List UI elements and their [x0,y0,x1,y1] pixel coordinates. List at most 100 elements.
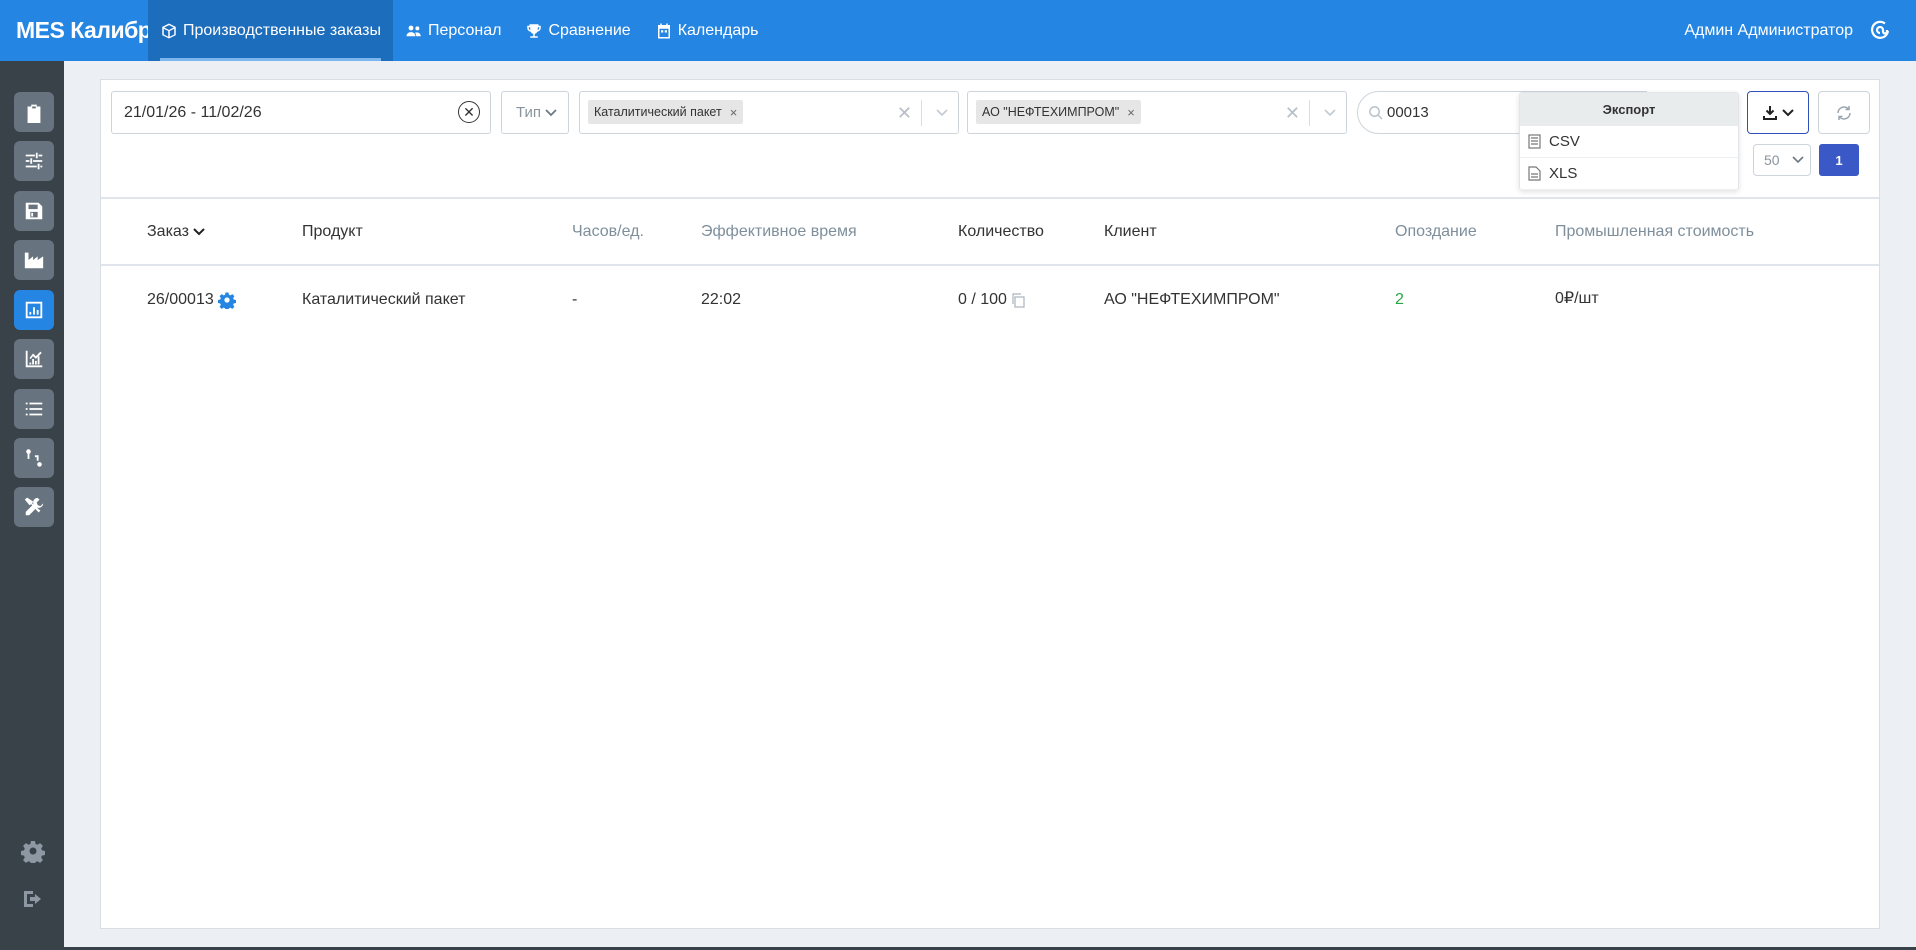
chip-label: Каталитический пакет [594,105,722,119]
download-icon [1763,105,1777,120]
chevron-down-icon[interactable] [936,109,948,117]
header-label: Заказ [147,223,189,240]
sidebar-tools-button[interactable] [14,487,54,527]
refresh-button[interactable] [1818,91,1870,134]
sidebar-tasks-button[interactable] [14,92,54,132]
nav-production-orders[interactable]: Производственные заказы [148,0,393,61]
chevron-down-icon[interactable] [1324,109,1336,117]
chevron-down-icon [1792,156,1804,164]
export-dropdown: Экспорт CSV XLS [1519,92,1739,190]
clear-client-button[interactable]: ✕ [1285,103,1300,124]
cost-cell: 0₽/шт [1555,290,1599,307]
logout-icon [24,891,41,907]
menu-item-label: XLS [1549,165,1578,182]
file-icon [1528,166,1541,181]
user-name[interactable]: Админ Администратор [1684,0,1853,61]
column-header-effective-time[interactable]: Эффективное время [701,223,857,241]
export-csv-item[interactable]: CSV [1520,126,1738,158]
column-header-quantity[interactable]: Количество [958,223,1044,241]
hours-per-unit-cell: - [572,291,578,308]
sidebar-factory-button[interactable] [14,240,54,280]
box-icon [162,23,176,38]
menu-item-label: CSV [1549,133,1580,150]
sidebar-save-button[interactable] [14,191,54,231]
export-menu-title: Экспорт [1520,93,1738,126]
divider [1309,100,1310,126]
export-button[interactable] [1747,91,1809,134]
divider [921,100,922,126]
nav-personnel[interactable]: Персонал [393,0,513,61]
delay-cell: 2 [1395,291,1404,308]
nav-label: Персонал [427,21,502,39]
remove-chip-button[interactable]: × [730,105,738,120]
sidebar-routes-button[interactable] [14,438,54,478]
chevron-down-icon [1782,108,1794,116]
users-icon [406,25,421,36]
remove-chip-button[interactable]: × [1127,105,1135,120]
order-cell: 26/00013 [147,291,236,309]
gear-icon[interactable] [217,291,236,309]
user-menu-icon[interactable] [1868,18,1892,42]
column-header-delay[interactable]: Опоздание [1395,223,1477,241]
date-range-picker[interactable]: 21/01/26 - 11/02/26 ✕ [111,91,491,134]
search-icon [1369,106,1383,120]
page-button[interactable]: 1 [1819,144,1859,176]
chip-label: АО "НЕФТЕХИМПРОМ" [982,105,1120,119]
content-area: 21/01/26 - 11/02/26 ✕ Тип Каталитический… [64,61,1916,947]
type-select[interactable]: Тип [501,91,569,134]
column-header-order[interactable]: Заказ [147,223,205,241]
clear-date-button[interactable]: ✕ [458,101,480,123]
list-icon [25,402,43,416]
gear-icon [21,841,45,863]
client-chip: АО "НЕФТЕХИМПРОМ" × [976,100,1141,124]
table-row[interactable]: 26/00013 Каталитический пакет - 22:02 0 … [101,266,1879,332]
sidebar-filters-button[interactable] [14,141,54,181]
product-cell: Каталитический пакет [302,291,466,308]
per-page-value: 50 [1764,152,1780,168]
table-header: Заказ Продукт Часов/ед. Эффективное врем… [101,197,1879,266]
product-filter[interactable]: Каталитический пакет × ✕ [579,91,959,134]
refresh-icon [1837,105,1851,120]
quantity-value: 0 / 100 [958,291,1007,308]
clear-product-button[interactable]: ✕ [897,103,912,124]
effective-time-cell: 22:02 [701,291,742,308]
sliders-icon [25,152,43,170]
orders-panel: 21/01/26 - 11/02/26 ✕ Тип Каталитический… [100,79,1880,929]
per-page-select[interactable]: 50 [1753,144,1811,176]
bar-chart-icon [25,301,43,319]
chevron-down-icon [545,108,557,116]
search-value: 00013 [1387,104,1429,121]
client-filter[interactable]: АО "НЕФТЕХИМПРОМ" × ✕ [967,91,1347,134]
logout-button[interactable] [19,885,47,913]
main-nav: Производственные заказы Персонал Сравнен… [148,0,770,61]
copy-icon[interactable] [1011,292,1025,308]
route-icon [26,449,42,467]
nav-label: Производственные заказы [183,21,381,39]
nav-calendar[interactable]: Календарь [643,0,771,61]
tools-icon [24,497,44,516]
sidebar-analytics-button[interactable] [14,339,54,379]
column-header-product[interactable]: Продукт [302,223,363,241]
column-header-client[interactable]: Клиент [1104,223,1157,241]
column-header-cost[interactable]: Промышленная стоимость [1555,223,1754,241]
sidebar-reports-button[interactable] [14,290,54,330]
app-brand[interactable]: MES Калибр [5,0,162,61]
factory-icon [24,252,44,269]
file-text-icon [1528,134,1541,149]
calendar-icon [657,23,670,38]
export-xls-item[interactable]: XLS [1520,158,1738,190]
trophy-icon [527,23,542,38]
client-cell: АО "НЕФТЕХИМПРОМ" [1104,291,1280,308]
settings-button[interactable] [19,837,47,865]
date-range-value: 21/01/26 - 11/02/26 [124,103,262,121]
order-number[interactable]: 26/00013 [147,291,214,309]
top-bar: MES Калибр Производственные заказы Персо… [0,0,1916,61]
nav-label: Сравнение [548,21,631,39]
column-header-hours-per-unit[interactable]: Часов/ед. [572,223,644,241]
type-placeholder: Тип [516,104,542,121]
nav-comparison[interactable]: Сравнение [513,0,642,61]
quantity-cell: 0 / 100 [958,291,1025,309]
nav-label: Календарь [677,21,759,39]
sidebar-list-button[interactable] [14,389,54,429]
line-chart-icon [25,350,43,368]
